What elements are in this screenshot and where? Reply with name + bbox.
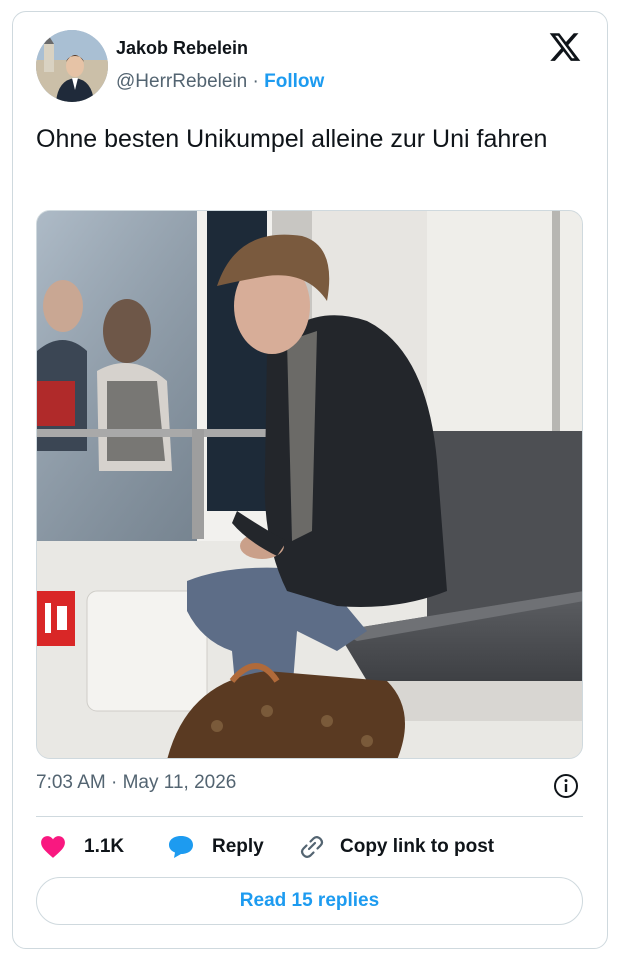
subway-photo (37, 211, 582, 758)
copy-link-button[interactable]: Copy link to post (298, 830, 494, 864)
handle-separator: · (252, 71, 259, 92)
avatar-photo (36, 30, 108, 102)
author-name[interactable]: Jakob Rebelein (116, 38, 248, 59)
copy-link-label: Copy link to post (340, 836, 495, 857)
link-icon (300, 836, 324, 858)
reply-button[interactable]: Reply (166, 830, 264, 864)
tweet-time: 7:03 AM (36, 772, 106, 793)
info-icon[interactable] (553, 773, 579, 799)
follow-button[interactable]: Follow (264, 71, 324, 92)
like-button[interactable]: 1.1K (40, 830, 124, 864)
author-handle-row: @HerrRebelein · Follow (116, 71, 324, 93)
divider (36, 816, 583, 817)
tweet-text: Ohne besten Unikumpel alleine zur Uni fa… (36, 125, 548, 153)
heart-icon (41, 836, 65, 858)
tweet-actions: 1.1K Reply Copy link to post (36, 830, 583, 864)
x-logo-icon[interactable] (548, 30, 582, 64)
author-handle[interactable]: @HerrRebelein (116, 71, 247, 92)
speech-bubble-icon (169, 836, 193, 858)
tweet-photo[interactable] (36, 210, 583, 759)
likes-count: 1.1K (84, 836, 125, 857)
reply-label: Reply (212, 836, 264, 857)
timestamp-separator: · (111, 772, 118, 793)
read-replies-button[interactable]: Read 15 replies (36, 877, 583, 925)
tweet-date: May 11, 2026 (122, 772, 237, 793)
tweet-timestamp[interactable]: 7:03 AM · May 11, 2026 (36, 772, 236, 794)
avatar[interactable] (36, 30, 108, 102)
